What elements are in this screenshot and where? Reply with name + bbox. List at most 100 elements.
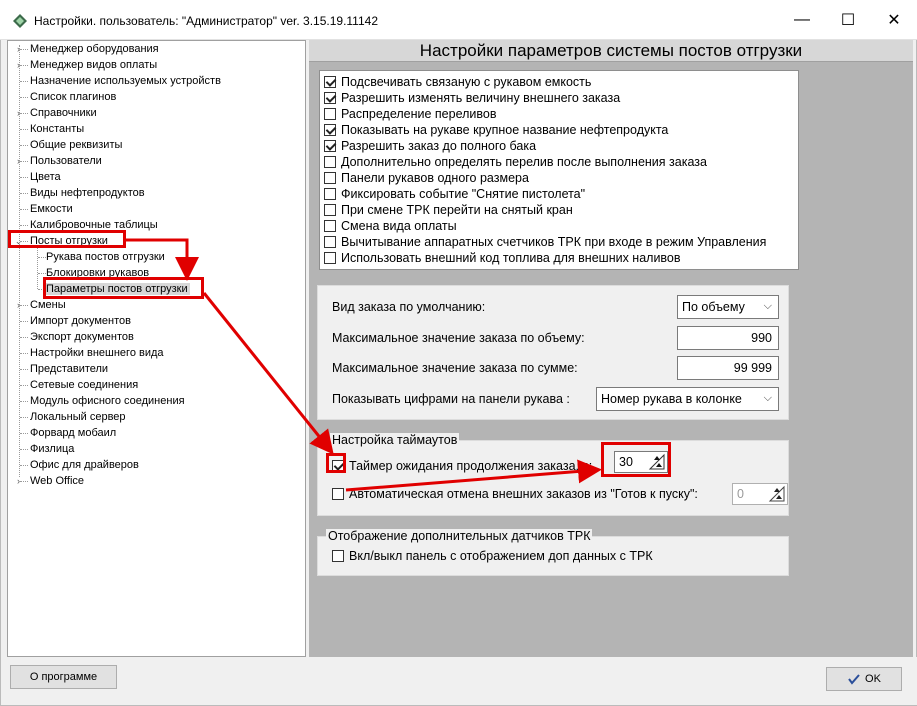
tree-connector [20, 145, 28, 146]
max-volume-label: Максимальное значение заказа по объему: [332, 331, 585, 345]
tree-item[interactable]: Форвард мобаил [28, 425, 118, 441]
tree-connector [20, 225, 28, 226]
tree-item-label: Калибровочные таблицы [30, 219, 158, 231]
option-checkbox-row[interactable]: Вычитывание аппаратных счетчиков ТРК при… [324, 234, 766, 250]
tree-item[interactable]: Смены [28, 297, 68, 313]
auto-cancel-spinner[interactable]: 0 [732, 483, 788, 505]
tree-item[interactable]: Общие реквизиты [28, 137, 124, 153]
tree-item[interactable]: Физлица [28, 441, 76, 457]
hose-digits-value: Номер рукава в колонке [601, 392, 742, 406]
max-volume-input[interactable]: 990 [677, 326, 779, 350]
sensors-option[interactable]: Вкл/выкл панель с отображением доп данны… [332, 549, 653, 563]
option-checkbox-row[interactable]: При смене ТРК перейти на снятый кран [324, 202, 573, 218]
option-checkbox-row[interactable]: Панели рукавов одного размера [324, 170, 529, 186]
option-checkbox-row[interactable]: Смена вида оплаты [324, 218, 457, 234]
tree-item[interactable]: Менеджер оборудования [28, 41, 161, 57]
timeouts-legend: Настройка таймаутов [330, 433, 460, 447]
tree-item-label: Список плагинов [30, 91, 117, 103]
option-checkbox[interactable] [324, 76, 336, 88]
option-checkbox-row[interactable]: Распределение переливов [324, 106, 497, 122]
option-checkbox-row[interactable]: Фиксировать событие "Снятие пистолета" [324, 186, 585, 202]
tree-connector [20, 449, 28, 450]
tree-item-label: Блокировки рукавов [46, 267, 150, 279]
ok-button[interactable]: OK [826, 667, 902, 691]
spinner-arrows-icon[interactable] [648, 453, 666, 471]
option-checkbox[interactable] [324, 92, 336, 104]
tree-item[interactable]: Локальный сервер [28, 409, 128, 425]
tree-item[interactable]: Представители [28, 361, 110, 377]
tree-connector [20, 401, 28, 402]
tree-item-label: Представители [30, 363, 109, 375]
option-checkbox[interactable] [324, 236, 336, 248]
tree-connector [20, 129, 28, 130]
tree-item[interactable]: Рукава постов отгрузки [44, 249, 167, 265]
option-checkbox[interactable] [324, 108, 336, 120]
tree-item[interactable]: Экспорт документов [28, 329, 136, 345]
option-checkbox-row[interactable]: Дополнительно определять перелив после в… [324, 154, 707, 170]
tree-item[interactable]: Виды нефтепродуктов [28, 185, 147, 201]
ok-label: OK [865, 673, 881, 685]
tree-item[interactable]: Web Office [28, 473, 86, 489]
option-checkbox[interactable] [324, 172, 336, 184]
option-checkbox[interactable] [324, 140, 336, 152]
option-label: Распределение переливов [341, 107, 497, 121]
option-label: Вычитывание аппаратных счетчиков ТРК при… [341, 235, 767, 249]
option-checkbox-row[interactable]: Использовать внешний код топлива для вне… [324, 250, 681, 266]
tree-item[interactable]: Менеджер видов оплаты [28, 57, 159, 73]
option-checkbox[interactable] [324, 252, 336, 264]
timer-checkbox[interactable] [332, 460, 344, 472]
tree-connector [20, 193, 28, 194]
option-checkbox[interactable] [324, 188, 336, 200]
timeouts-group: Настройка таймаутов Таймер ожидания прод… [317, 433, 789, 516]
hose-digits-select[interactable]: Номер рукава в колонке ⌵ [596, 387, 779, 411]
tree-item[interactable]: Параметры постов отгрузки [44, 281, 190, 297]
tree-item[interactable]: Сетевые соединения [28, 377, 140, 393]
option-checkbox[interactable] [324, 204, 336, 216]
hose-digits-label: Показывать цифрами на панели рукава : [332, 392, 570, 406]
tree-item[interactable]: Константы [28, 121, 86, 137]
option-checkbox[interactable] [324, 124, 336, 136]
tree-item-label: Общие реквизиты [30, 139, 123, 151]
tree-item[interactable]: Офис для драйверов [28, 457, 141, 473]
tree-item[interactable]: Назначение используемых устройств [28, 73, 223, 89]
option-label: При смене ТРК перейти на снятый кран [341, 203, 573, 217]
tree-item[interactable]: Настройки внешнего вида [28, 345, 166, 361]
option-checkbox-row[interactable]: Подсвечивать связаную с рукавом емкость [324, 74, 591, 90]
option-label: Разрешить заказ до полного бака [341, 139, 537, 153]
window-title: Настройки. пользователь: "Администратор"… [34, 14, 378, 28]
auto-cancel-option[interactable]: Автоматическая отмена внешних заказов из… [332, 487, 698, 501]
tree-item[interactable]: Емкости [28, 201, 75, 217]
ok-check-icon [848, 674, 860, 685]
tree-item[interactable]: Импорт документов [28, 313, 133, 329]
auto-cancel-checkbox[interactable] [332, 488, 344, 500]
tree-item[interactable]: Справочники [28, 105, 99, 121]
timer-option[interactable]: Таймер ожидания продолжения заказа, с: [332, 459, 592, 473]
tree-item[interactable]: Цвета [28, 169, 63, 185]
close-button[interactable]: ✕ [871, 0, 917, 40]
tree-item[interactable]: Калибровочные таблицы [28, 217, 160, 233]
panel-title: Настройки параметров системы постов отгр… [309, 40, 913, 62]
tree-item[interactable]: Модуль офисного соединения [28, 393, 187, 409]
tree-item[interactable]: Блокировки рукавов [44, 265, 151, 281]
option-checkbox-row[interactable]: Разрешить заказ до полного бака [324, 138, 536, 154]
tree-item[interactable]: Пользователи [28, 153, 104, 169]
option-checkbox[interactable] [324, 156, 336, 168]
tree-item[interactable]: Список плагинов [28, 89, 118, 105]
tree-connector [20, 353, 28, 354]
spinner-arrows-icon[interactable] [768, 485, 786, 503]
tree-item-label: Офис для драйверов [30, 459, 139, 471]
about-button[interactable]: О программе [10, 665, 117, 689]
option-checkbox-row[interactable]: Показывать на рукаве крупное название не… [324, 122, 668, 138]
minimize-button[interactable]: — [779, 0, 825, 40]
option-checkbox-row[interactable]: Разрешить изменять величину внешнего зак… [324, 90, 620, 106]
sensors-checkbox[interactable] [332, 550, 344, 562]
timer-spinner[interactable]: 30 [614, 451, 668, 473]
default-order-type-select[interactable]: По объему ⌵ [677, 295, 779, 319]
max-sum-input[interactable]: 99 999 [677, 356, 779, 380]
maximize-button[interactable]: ☐ [825, 0, 871, 40]
tree-item[interactable]: Посты отгрузки [28, 233, 110, 249]
option-checkbox[interactable] [324, 220, 336, 232]
settings-tree[interactable]: Менеджер оборудования › Менеджер видов опл… [7, 40, 306, 657]
tree-connector [37, 245, 38, 289]
tree-connector [19, 45, 20, 477]
